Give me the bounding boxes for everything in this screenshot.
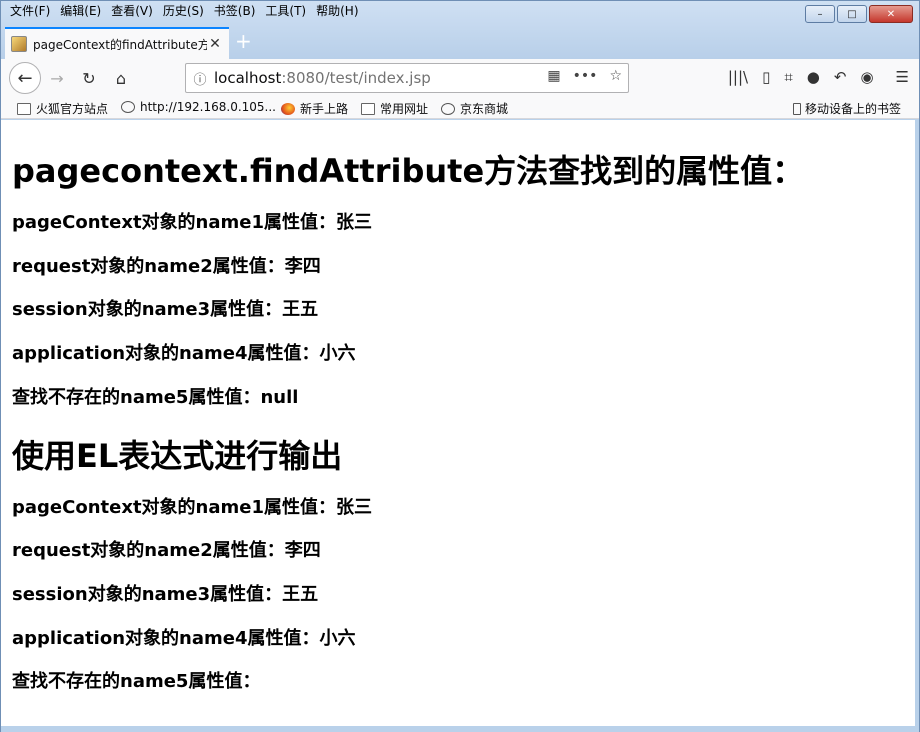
menu-view[interactable]: 查看(V)	[106, 2, 158, 20]
screenshot-icon[interactable]: ⌗	[784, 68, 792, 86]
url-host: localhost	[214, 69, 282, 87]
result-line: request对象的name2属性值：李四	[12, 540, 321, 561]
bookmark-mobile[interactable]: 移动设备上的书签	[793, 100, 901, 117]
forward-button[interactable]: →	[43, 64, 71, 92]
tab-close-icon[interactable]: ✕	[207, 36, 223, 52]
bookmark-label: 火狐官方站点	[36, 102, 109, 116]
title-bar: 文件(F) 编辑(E) 查看(V) 历史(S) 书签(B) 工具(T) 帮助(H…	[1, 1, 919, 59]
qr-code-icon[interactable]: ▦	[547, 68, 560, 84]
bookmark-star-icon[interactable]: ☆	[609, 68, 622, 84]
account-icon[interactable]: ◉	[860, 68, 873, 86]
menu-edit[interactable]: 编辑(E)	[55, 2, 106, 20]
toolbar-right: |||\ ▯ ⌗ ● ↶ ◉ ☰	[728, 68, 909, 86]
new-tab-button[interactable]: +	[235, 29, 252, 53]
chat-icon[interactable]: ●	[807, 68, 820, 86]
page-content: pagecontext.findAttribute方法查找到的属性值： page…	[1, 120, 915, 726]
globe-icon	[441, 102, 455, 115]
menu-bookmarks[interactable]: 书签(B)	[209, 2, 261, 20]
page-actions-icon[interactable]: •••	[573, 68, 598, 84]
url-path: :8080/test/index.jsp	[281, 69, 431, 87]
site-info-icon[interactable]: ⓘ	[186, 69, 214, 88]
maximize-button[interactable]: □	[837, 5, 867, 23]
bookmark-label: 新手上路	[300, 102, 349, 116]
result-line: application对象的name4属性值：小六	[12, 343, 356, 364]
folder-icon	[17, 102, 31, 115]
bookmarks-toolbar: 火狐官方站点 http://192.168.0.105... 新手上路 常用网址…	[1, 97, 919, 119]
page-heading-2: 使用EL表达式进行输出	[12, 437, 343, 475]
sidebar-icon[interactable]: ▯	[762, 68, 770, 86]
window-right-border	[915, 120, 919, 726]
bookmark-ip-address[interactable]: http://192.168.0.105...	[121, 100, 276, 114]
menu-history[interactable]: 历史(S)	[158, 2, 209, 20]
minimize-button[interactable]: –	[805, 5, 835, 23]
bookmark-label: 京东商城	[460, 102, 509, 116]
folder-icon	[361, 102, 375, 115]
result-line: 查找不存在的name5属性值：	[12, 671, 261, 692]
menu-bar: 文件(F) 编辑(E) 查看(V) 历史(S) 书签(B) 工具(T) 帮助(H…	[5, 2, 364, 20]
close-window-button[interactable]: ✕	[869, 5, 913, 23]
bookmark-common-sites[interactable]: 常用网址	[361, 100, 428, 117]
navigation-toolbar: ← → ↻ ⌂ ⓘ localhost:8080/test/index.jsp …	[1, 59, 919, 97]
bookmark-label: 常用网址	[380, 102, 429, 116]
undo-icon[interactable]: ↶	[834, 68, 847, 86]
url-bar[interactable]: ⓘ localhost:8080/test/index.jsp ▦ ••• ☆	[185, 63, 629, 93]
bookmark-label: 移动设备上的书签	[805, 102, 902, 116]
reload-button[interactable]: ↻	[75, 64, 103, 92]
menu-help[interactable]: 帮助(H)	[311, 2, 363, 20]
bookmark-jd-mall[interactable]: 京东商城	[441, 100, 508, 117]
window-controls: – □ ✕	[805, 5, 913, 23]
result-line: session对象的name3属性值：王五	[12, 299, 319, 320]
window-bottom-border	[1, 726, 919, 732]
library-icon[interactable]: |||\	[728, 68, 748, 86]
hamburger-menu-icon[interactable]: ☰	[896, 68, 909, 86]
firefox-icon	[281, 102, 295, 115]
globe-icon	[121, 101, 135, 113]
url-bar-tools: ▦ ••• ☆	[547, 68, 622, 84]
result-line: request对象的name2属性值：李四	[12, 256, 321, 277]
result-line: pageContext对象的name1属性值：张三	[12, 497, 372, 518]
menu-tools[interactable]: 工具(T)	[260, 2, 311, 20]
result-line: pageContext对象的name1属性值：张三	[12, 212, 372, 233]
home-button[interactable]: ⌂	[107, 64, 135, 92]
tab-active[interactable]: pageContext的findAttribute方 ✕	[5, 27, 229, 59]
page-favicon-icon	[11, 36, 27, 52]
mobile-device-icon	[793, 102, 801, 115]
bookmark-getting-started[interactable]: 新手上路	[281, 100, 348, 117]
bookmark-label: http://192.168.0.105...	[140, 100, 276, 114]
page-heading-1: pagecontext.findAttribute方法查找到的属性值：	[12, 152, 805, 190]
result-line: application对象的name4属性值：小六	[12, 628, 356, 649]
bookmark-firefox-site[interactable]: 火狐官方站点	[17, 100, 108, 117]
back-button[interactable]: ←	[9, 62, 41, 94]
menu-file[interactable]: 文件(F)	[5, 2, 55, 20]
tab-title: pageContext的findAttribute方	[33, 37, 207, 52]
result-line: session对象的name3属性值：王五	[12, 584, 319, 605]
browser-window: 文件(F) 编辑(E) 查看(V) 历史(S) 书签(B) 工具(T) 帮助(H…	[0, 0, 920, 732]
result-line: 查找不存在的name5属性值：null	[12, 387, 299, 408]
